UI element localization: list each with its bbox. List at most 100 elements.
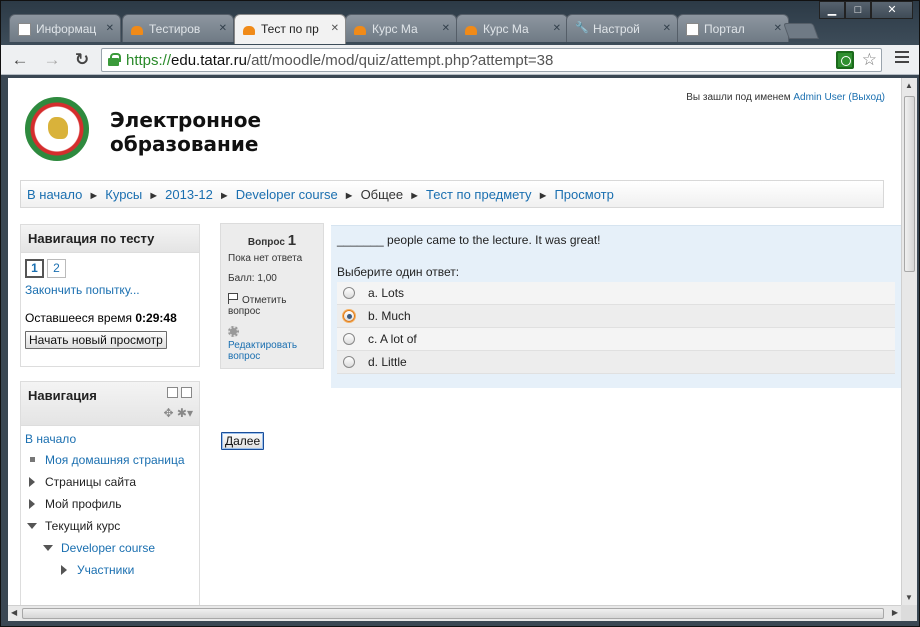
url-host: edu.tatar.ru bbox=[171, 52, 247, 69]
radio-button-selected[interactable] bbox=[343, 310, 355, 322]
breadcrumb: В начало ► Курсы ► 2013-12 ► Developer course ►… bbox=[20, 180, 884, 208]
nav-item-my-profile[interactable]: Мой профиль bbox=[25, 496, 195, 512]
reload-button[interactable]: ↻ bbox=[71, 50, 93, 70]
vertical-scroll-thumb[interactable] bbox=[904, 96, 915, 272]
nav-item-label[interactable]: Моя домашняя страница bbox=[45, 453, 185, 467]
breadcrumb-courses[interactable]: Курсы bbox=[105, 187, 142, 202]
tab-info[interactable]: Информац ✕ bbox=[9, 14, 121, 42]
nav-item-label[interactable]: Участники bbox=[77, 563, 134, 577]
breadcrumb-home[interactable]: В начало bbox=[27, 187, 82, 202]
nav-item-current-course[interactable]: Текущий курс bbox=[25, 518, 195, 534]
close-tab-icon[interactable]: ✕ bbox=[663, 23, 671, 34]
logout-link[interactable]: (Выход) bbox=[848, 92, 885, 103]
page-viewport: Электронное образование Вы зашли под име… bbox=[8, 78, 901, 605]
tab-label: Настрой bbox=[593, 22, 640, 36]
nav-item-site-pages[interactable]: Страницы сайта bbox=[25, 474, 195, 490]
navigation-title: Навигация bbox=[28, 388, 97, 403]
tab-label: Курс Ма bbox=[483, 22, 529, 36]
horizontal-scrollbar[interactable]: ◀ ▶ bbox=[8, 605, 901, 621]
nav-item-label[interactable]: Developer course bbox=[61, 541, 155, 555]
horizontal-scroll-thumb[interactable] bbox=[22, 608, 884, 619]
radio-button[interactable] bbox=[343, 333, 355, 345]
next-button[interactable]: Далее bbox=[221, 432, 265, 450]
edit-question-link[interactable]: Редактировать вопрос bbox=[228, 340, 297, 362]
close-tab-icon[interactable]: ✕ bbox=[774, 23, 782, 34]
breadcrumb-preview[interactable]: Просмотр bbox=[554, 187, 613, 202]
radio-button[interactable] bbox=[343, 287, 355, 299]
close-tab-icon[interactable]: ✕ bbox=[106, 23, 114, 34]
user-link[interactable]: Admin User bbox=[793, 92, 845, 103]
navigation-body: В начало Моя домашняя страница Страницы … bbox=[21, 426, 199, 590]
question-button-1[interactable]: 1 bbox=[25, 259, 44, 278]
move-icon[interactable]: ✥ bbox=[164, 406, 174, 420]
login-prefix: Вы зашли под именем bbox=[686, 92, 791, 103]
url-text: https://edu.tatar.ru/att/moodle/mod/quiz… bbox=[126, 52, 553, 69]
scroll-right-icon[interactable]: ▶ bbox=[892, 608, 898, 617]
back-button[interactable]: ← bbox=[9, 50, 31, 70]
tab-settings[interactable]: Настрой ✕ bbox=[566, 14, 678, 42]
dock-block-icon[interactable] bbox=[180, 387, 192, 398]
tab-label: Тест по пр bbox=[261, 22, 319, 36]
nav-item-my-home[interactable]: Моя домашняя страница bbox=[25, 452, 195, 468]
tab-label: Портал bbox=[704, 22, 745, 36]
browser-toolbar: ← → ↻ https://edu.tatar.ru/att/moodle/mo… bbox=[1, 45, 919, 75]
forward-button[interactable]: → bbox=[41, 50, 63, 70]
scroll-left-icon[interactable]: ◀ bbox=[11, 608, 17, 617]
finish-attempt-link[interactable]: Закончить попытку... bbox=[25, 283, 140, 297]
scroll-down-icon[interactable]: ▼ bbox=[905, 593, 913, 602]
nav-home-link[interactable]: В начало bbox=[25, 432, 76, 446]
close-tab-icon[interactable]: ✕ bbox=[553, 23, 561, 34]
question-label: Вопрос bbox=[247, 237, 285, 248]
answer-label: a. Lots bbox=[368, 286, 405, 300]
site-logo bbox=[25, 97, 89, 161]
radio-button[interactable] bbox=[343, 356, 355, 368]
maximize-button[interactable]: □ bbox=[845, 1, 871, 19]
expanded-arrow-icon bbox=[43, 545, 53, 551]
bookmark-star-icon[interactable]: ☆ bbox=[862, 50, 877, 70]
minimize-block-icon[interactable] bbox=[166, 387, 178, 398]
tab-testing[interactable]: Тестиров ✕ bbox=[122, 14, 234, 42]
close-tab-icon[interactable]: ✕ bbox=[442, 23, 450, 34]
breadcrumb-course[interactable]: Developer course bbox=[236, 187, 338, 202]
breadcrumb-category[interactable]: 2013-12 bbox=[165, 187, 213, 202]
quiz-navigation-body: 12 Закончить попытку... Оставшееся время… bbox=[21, 253, 199, 355]
answer-option-a[interactable]: a. Lots bbox=[337, 282, 895, 305]
site-title-line1: Электронное bbox=[110, 108, 262, 132]
start-new-preview-button[interactable]: Начать новый просмотр bbox=[25, 331, 167, 349]
breadcrumb-separator-icon: ► bbox=[218, 190, 230, 202]
navigation-list: Моя домашняя страница Страницы сайта Мой… bbox=[25, 452, 195, 578]
tab-course-2[interactable]: Курс Ма ✕ bbox=[456, 14, 568, 42]
nav-item-participants[interactable]: Участники bbox=[25, 562, 195, 578]
address-bar[interactable]: https://edu.tatar.ru/att/moodle/mod/quiz… bbox=[101, 48, 882, 72]
new-tab-button[interactable] bbox=[783, 23, 819, 39]
tab-course-1[interactable]: Курс Ма ✕ bbox=[345, 14, 457, 42]
close-window-button[interactable]: ✕ bbox=[871, 1, 913, 19]
answer-option-c[interactable]: c. A lot of bbox=[337, 328, 895, 351]
close-tab-icon[interactable]: ✕ bbox=[331, 23, 339, 34]
gear-icon bbox=[228, 326, 239, 337]
nav-item-developer-course[interactable]: Developer course bbox=[25, 540, 195, 556]
tab-quiz[interactable]: Тест по пр ✕ bbox=[234, 14, 346, 44]
gear-icon[interactable]: ✱▾ bbox=[177, 406, 193, 420]
tab-portal[interactable]: Портал ✕ bbox=[677, 14, 789, 42]
block-controls: ✥ ✱▾ bbox=[164, 387, 193, 420]
question-status: Пока нет ответа bbox=[228, 253, 303, 264]
breadcrumb-quiz[interactable]: Тест по предмету bbox=[426, 187, 532, 202]
collapsed-arrow-icon bbox=[61, 565, 67, 575]
answer-option-d[interactable]: d. Little bbox=[337, 351, 895, 374]
site-title-line2: образование bbox=[110, 132, 259, 156]
flag-question[interactable]: Отметить вопрос bbox=[228, 293, 316, 317]
block-actions: ✥ ✱▾ bbox=[164, 406, 193, 420]
question-button-2[interactable]: 2 bbox=[47, 259, 66, 278]
browser-menu-icon[interactable] bbox=[895, 51, 909, 65]
answer-option-b[interactable]: b. Much bbox=[337, 305, 895, 328]
scroll-up-icon[interactable]: ▲ bbox=[905, 81, 913, 90]
minimize-button[interactable]: ▁ bbox=[819, 1, 845, 19]
close-tab-icon[interactable]: ✕ bbox=[219, 23, 227, 34]
edit-question: Редактировать вопрос bbox=[228, 326, 316, 362]
url-scheme: https:// bbox=[126, 52, 172, 69]
vertical-scrollbar[interactable]: ▲ ▼ bbox=[901, 78, 917, 605]
extension-icon[interactable] bbox=[836, 51, 854, 69]
answer-label: b. Much bbox=[368, 309, 411, 323]
nav-item-label: Текущий курс bbox=[45, 519, 121, 533]
